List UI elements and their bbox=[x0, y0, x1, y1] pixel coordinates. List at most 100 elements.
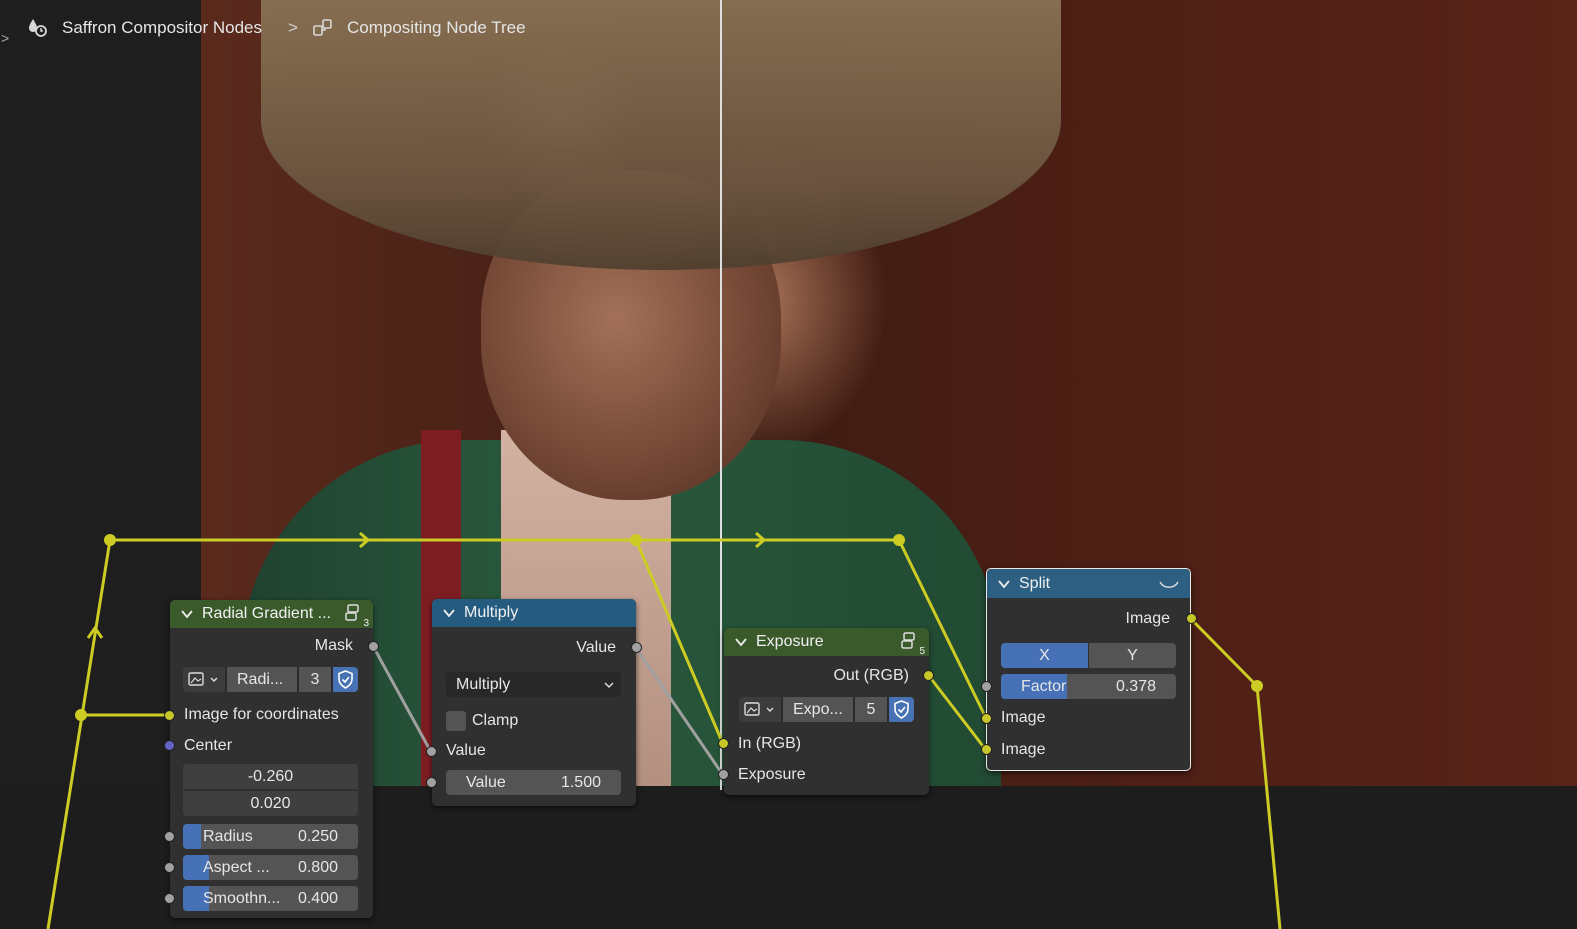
split-image-input-socket-1[interactable] bbox=[981, 713, 992, 724]
split-image-output-socket[interactable] bbox=[1186, 613, 1197, 624]
backdrop-hat-shape bbox=[261, 0, 1061, 270]
axis-y-button[interactable]: Y bbox=[1089, 643, 1176, 668]
center-y-field[interactable]: 0.020 bbox=[183, 791, 358, 816]
out-rgb-output-label: Out (RGB) bbox=[833, 667, 909, 684]
aspect-value: 0.800 bbox=[297, 859, 338, 876]
value-output-label: Value bbox=[576, 639, 616, 656]
user-count-badge: 3 bbox=[363, 618, 369, 629]
operation-dropdown[interactable]: Multiply bbox=[446, 672, 621, 697]
center-input-socket[interactable] bbox=[164, 740, 175, 751]
factor-value: 0.378 bbox=[1115, 678, 1156, 695]
exposure-node-header[interactable]: Exposure 5 bbox=[724, 628, 929, 657]
multiply-value-input-socket-2[interactable] bbox=[426, 777, 437, 788]
multiply-node-header[interactable]: Multiply bbox=[432, 599, 636, 627]
radius-input-socket[interactable] bbox=[164, 831, 175, 842]
center-x-field[interactable]: -0.260 bbox=[183, 764, 358, 789]
split-image-input-socket-2[interactable] bbox=[981, 744, 992, 755]
breadcrumb-node-tree[interactable]: Compositing Node Tree bbox=[347, 16, 526, 40]
image-for-coordinates-input-label: Image for coordinates bbox=[184, 706, 339, 723]
chevron-down-icon bbox=[604, 682, 614, 689]
radial-gradient-node-header[interactable]: Radial Gradient ... 3 bbox=[170, 600, 373, 629]
node-group-user-count[interactable]: 5 bbox=[855, 697, 887, 722]
out-rgb-output-socket[interactable] bbox=[923, 670, 934, 681]
radius-slider[interactable]: Radius 0.250 bbox=[183, 824, 358, 849]
reroute-node[interactable] bbox=[893, 534, 905, 546]
radius-slider-fill bbox=[183, 824, 201, 849]
chevron-down-icon[interactable] bbox=[997, 577, 1011, 591]
reroute-node[interactable] bbox=[75, 709, 87, 721]
value-field-value: 1.500 bbox=[560, 774, 601, 791]
multiply-node[interactable]: Multiply Value Multiply Clamp Value Valu… bbox=[432, 599, 636, 806]
breadcrumb-separator: > bbox=[288, 18, 298, 37]
axis-x-label: X bbox=[1039, 647, 1050, 664]
node-title: Multiply bbox=[464, 604, 519, 621]
radius-label: Radius bbox=[203, 828, 253, 845]
fake-user-shield-icon[interactable] bbox=[333, 667, 358, 692]
clamp-label: Clamp bbox=[472, 712, 519, 729]
reroute-node[interactable] bbox=[104, 534, 116, 546]
node-title: Split bbox=[1019, 574, 1051, 592]
smoothness-value: 0.400 bbox=[297, 890, 338, 907]
axis-y-label: Y bbox=[1127, 647, 1138, 664]
factor-input-socket[interactable] bbox=[981, 681, 992, 692]
reroute-node[interactable] bbox=[1251, 680, 1263, 692]
chevron-down-icon[interactable] bbox=[180, 607, 194, 621]
sidebar-expand-arrow[interactable]: > bbox=[1, 30, 9, 46]
split-viewer-divider[interactable] bbox=[720, 0, 722, 790]
image-for-coordinates-socket[interactable] bbox=[164, 710, 175, 721]
value-field-label: Value bbox=[466, 774, 506, 791]
multiply-value-output-socket[interactable] bbox=[631, 642, 642, 653]
node-group-selector[interactable]: Radi... 3 bbox=[183, 667, 358, 692]
node-group-name-field[interactable]: Radi... bbox=[227, 667, 297, 692]
exposure-node[interactable]: Exposure 5 Out (RGB) Expo... 5 In (RGB) … bbox=[724, 628, 929, 795]
image-input-label-2: Image bbox=[1001, 741, 1046, 758]
image-output-label: Image bbox=[1125, 610, 1170, 627]
aspect-slider[interactable]: Aspect ... 0.800 bbox=[183, 855, 358, 880]
node-title: Exposure bbox=[756, 633, 824, 650]
operation-value: Multiply bbox=[456, 676, 511, 693]
split-node-header[interactable]: Split bbox=[987, 569, 1190, 598]
exposure-input-socket[interactable] bbox=[718, 769, 729, 780]
exposure-input-label: Exposure bbox=[738, 766, 806, 783]
fake-user-shield-icon[interactable] bbox=[889, 697, 914, 722]
image-browse-icon[interactable] bbox=[739, 697, 781, 722]
node-group-selector[interactable]: Expo... 5 bbox=[739, 697, 914, 722]
aspect-label: Aspect ... bbox=[203, 859, 270, 876]
radial-gradient-node[interactable]: Radial Gradient ... 3 Mask Radi... 3 Ima… bbox=[170, 600, 373, 918]
value-field[interactable]: Value 1.500 bbox=[446, 770, 621, 795]
smoothness-slider[interactable]: Smoothn... 0.400 bbox=[183, 886, 358, 911]
reroute-node[interactable] bbox=[630, 534, 642, 546]
smoothness-label: Smoothn... bbox=[203, 890, 281, 907]
in-rgb-input-socket[interactable] bbox=[718, 738, 729, 749]
clamp-checkbox[interactable] bbox=[446, 711, 466, 731]
mask-output-label: Mask bbox=[314, 637, 353, 654]
axis-x-button[interactable]: X bbox=[1001, 643, 1088, 668]
node-group-users-icon: 3 bbox=[345, 603, 369, 629]
center-y-value: 0.020 bbox=[250, 795, 291, 812]
value-input-label: Value bbox=[446, 742, 486, 759]
split-node[interactable]: Split Image X Y Factor 0.378 Image Image bbox=[986, 568, 1191, 771]
chevron-down-icon[interactable] bbox=[442, 606, 456, 620]
breadcrumb-scene[interactable]: Saffron Compositor Nodes bbox=[62, 16, 262, 40]
node-group-user-count[interactable]: 3 bbox=[299, 667, 331, 692]
image-input-label-1: Image bbox=[1001, 709, 1046, 726]
user-count-badge: 5 bbox=[919, 646, 925, 657]
node-title: Radial Gradient ... bbox=[202, 605, 331, 622]
factor-label: Factor bbox=[1021, 678, 1067, 695]
node-group-name-field[interactable]: Expo... bbox=[783, 697, 853, 722]
aspect-input-socket[interactable] bbox=[164, 862, 175, 873]
compositor-nodes-icon bbox=[25, 16, 49, 40]
center-input-label: Center bbox=[184, 737, 233, 754]
in-rgb-input-label: In (RGB) bbox=[738, 735, 802, 752]
smoothness-input-socket[interactable] bbox=[164, 893, 175, 904]
preview-toggle-icon[interactable] bbox=[1158, 579, 1180, 591]
center-x-value: -0.260 bbox=[247, 768, 294, 785]
node-group-users-icon: 5 bbox=[901, 631, 925, 657]
chevron-down-icon[interactable] bbox=[734, 635, 748, 649]
multiply-value-input-socket-1[interactable] bbox=[426, 746, 437, 757]
factor-slider[interactable]: Factor 0.378 bbox=[1001, 674, 1176, 699]
mask-output-socket[interactable] bbox=[368, 641, 379, 652]
image-browse-icon[interactable] bbox=[183, 667, 225, 692]
radius-value: 0.250 bbox=[297, 828, 338, 845]
node-tree-icon bbox=[312, 17, 334, 39]
